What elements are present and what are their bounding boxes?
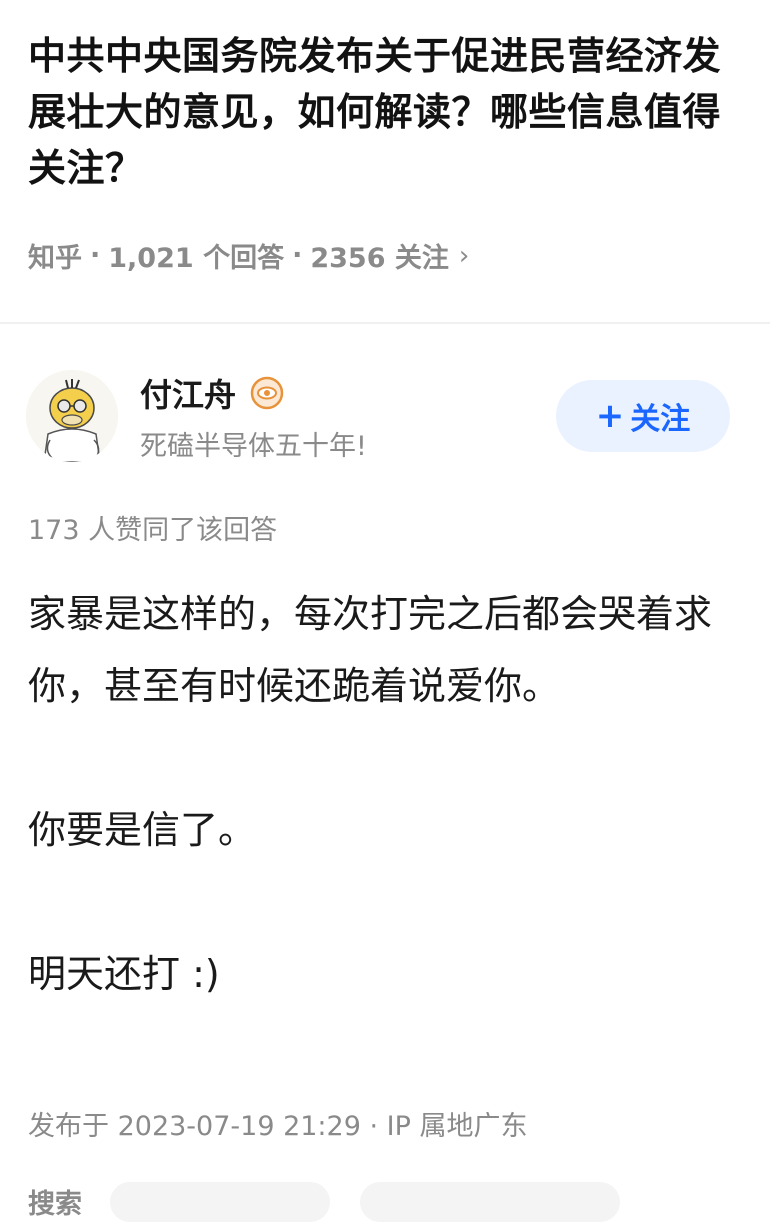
follow-label: 关注	[630, 402, 691, 437]
author-name[interactable]: 付江舟	[140, 370, 236, 416]
vote-count: 173 人赞同了该回答	[28, 515, 278, 546]
answer-body[interactable]: 家暴是这样的，每次打完之后都会哭着求你，甚至有时候还跪着说爱你。 你要是信了。 …	[28, 578, 743, 1010]
plus-icon: +	[595, 396, 625, 436]
question-title[interactable]: 中共中央国务院发布关于促进民营经济发展壮大的意见，如何解读？哪些信息值得关注？	[28, 28, 748, 196]
publish-info: 发布于 2023-07-19 21:29 · IP 属地广东	[28, 1111, 528, 1142]
divider	[0, 322, 770, 324]
meta-separator: ·	[90, 240, 101, 271]
source-label: 知乎	[28, 243, 82, 274]
answer-paragraph: 家暴是这样的，每次打完之后都会哭着求你，甚至有时候还跪着说爱你。	[28, 592, 713, 708]
question-meta[interactable]: 知乎 · 1,021 个回答 · 2356 关注 ›	[28, 236, 469, 275]
avatar[interactable]	[26, 370, 118, 462]
author-bio: 死磕半导体五十年!	[140, 431, 367, 462]
meta-separator: ·	[292, 240, 303, 271]
eye-badge-icon[interactable]	[250, 376, 284, 410]
answers-count: 1,021 个回答	[108, 243, 285, 274]
search-chip[interactable]	[360, 1182, 620, 1222]
psyduck-avatar-icon	[26, 370, 118, 462]
author-name-row[interactable]: 付江舟	[140, 370, 284, 416]
search-chip[interactable]	[110, 1182, 330, 1222]
search-label[interactable]: 搜索	[28, 1182, 82, 1221]
answer-paragraph: 你要是信了。	[28, 808, 257, 852]
answer-paragraph: 明天还打 :)	[28, 952, 220, 996]
follow-button[interactable]: + 关注	[556, 380, 730, 452]
chevron-right-icon: ›	[458, 240, 470, 271]
followers-count: 2356 关注	[310, 243, 449, 274]
